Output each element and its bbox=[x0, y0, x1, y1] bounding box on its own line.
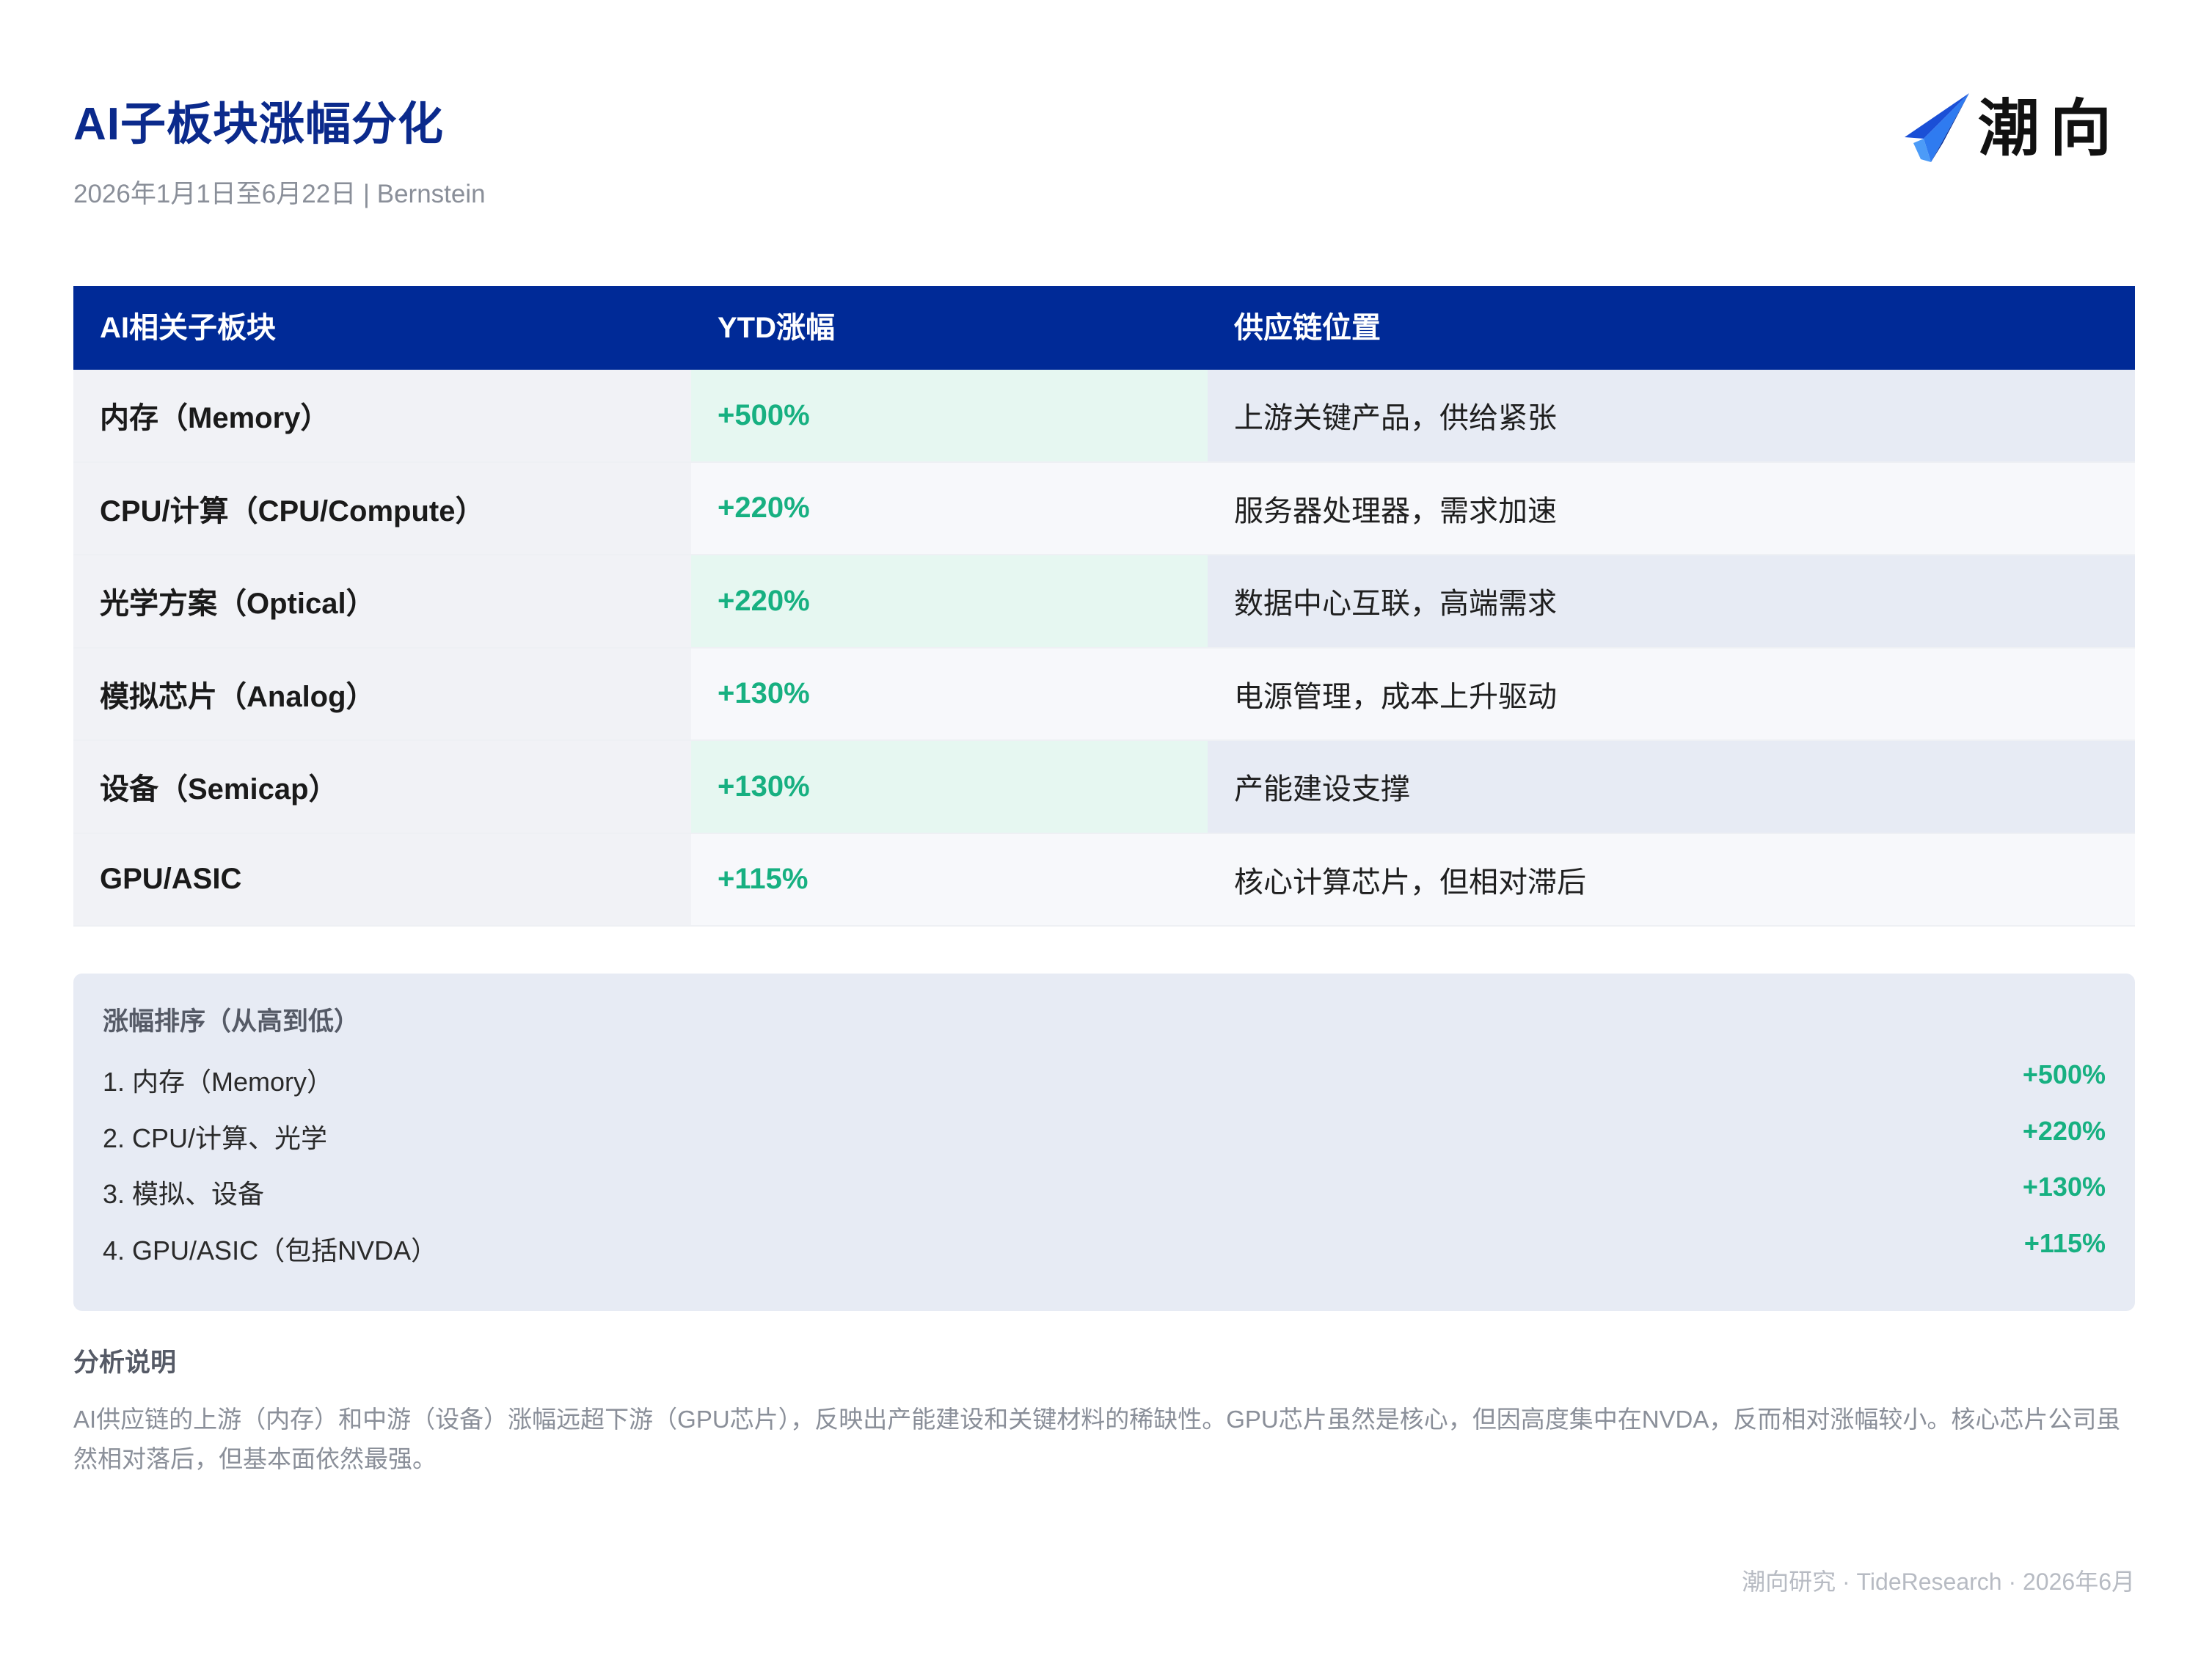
header-position: 供应链位置 bbox=[1234, 312, 1381, 344]
ytd-cell: +220% bbox=[691, 555, 1208, 647]
page-subtitle: 2026年1月1日至6月22日 | Bernstein bbox=[73, 180, 486, 208]
sector-cell: 内存（Memory） bbox=[73, 370, 691, 461]
table-header: AI相关子板块 YTD涨幅 供应链位置 bbox=[73, 286, 2135, 370]
brand-name: 潮向 bbox=[1977, 94, 2122, 163]
sector-cell: 模拟芯片（Analog） bbox=[73, 648, 691, 739]
table-row: 设备（Semicap） +130% 产能建设支撑 bbox=[73, 741, 2135, 834]
position-cell: 数据中心互联，高端需求 bbox=[1208, 555, 2135, 647]
sector-table: AI相关子板块 YTD涨幅 供应链位置 内存（Memory） +500% 上游关… bbox=[73, 286, 2135, 927]
page-title: AI子板块涨幅分化 bbox=[73, 99, 445, 150]
rank-value: +220% bbox=[2022, 1115, 2106, 1146]
table-row: 内存（Memory） +500% 上游关键产品，供给紧张 bbox=[73, 370, 2135, 463]
table-row: 模拟芯片（Analog） +130% 电源管理，成本上升驱动 bbox=[73, 648, 2135, 741]
analysis-notes: 分析说明 AI供应链的上游（内存）和中游（设备）涨幅远超下游（GPU芯片），反映… bbox=[73, 1347, 2135, 1479]
rank-label: 3. 模拟、设备 bbox=[103, 1179, 265, 1209]
position-cell: 核心计算芯片，但相对滞后 bbox=[1208, 833, 2135, 925]
rank-value: +130% bbox=[2022, 1172, 2106, 1202]
sector-cell: 光学方案（Optical） bbox=[73, 555, 691, 647]
position-cell: 电源管理，成本上升驱动 bbox=[1208, 648, 2135, 739]
list-item: 3. 模拟、设备 +130% bbox=[103, 1171, 2106, 1227]
sector-cell: GPU/ASIC bbox=[73, 833, 691, 925]
ranking-panel: 涨幅排序（从高到低） 1. 内存（Memory） +500% 2. CPU/计算… bbox=[73, 974, 2135, 1311]
brand-logo: 潮向 bbox=[1899, 92, 2122, 165]
rank-value: +115% bbox=[2023, 1227, 2106, 1258]
header-ytd: YTD涨幅 bbox=[718, 312, 835, 344]
report-page: AI子板块涨幅分化 2026年1月1日至6月22日 | Bernstein 潮向… bbox=[0, 0, 2201, 1680]
list-item: 2. CPU/计算、光学 +220% bbox=[103, 1115, 2106, 1172]
report-header: AI子板块涨幅分化 2026年1月1日至6月22日 | Bernstein 潮向 bbox=[73, 92, 2128, 224]
header-sector: AI相关子板块 bbox=[100, 312, 276, 344]
ytd-cell: +500% bbox=[691, 370, 1208, 461]
ytd-cell: +130% bbox=[691, 648, 1208, 739]
sector-cell: CPU/计算（CPU/Compute） bbox=[73, 462, 691, 554]
position-cell: 上游关键产品，供给紧张 bbox=[1208, 370, 2135, 461]
position-cell: 产能建设支撑 bbox=[1208, 741, 2135, 833]
table-row: 光学方案（Optical） +220% 数据中心互联，高端需求 bbox=[73, 555, 2135, 649]
notes-body: AI供应链的上游（内存）和中游（设备）涨幅远超下游（GPU芯片），反映出产能建设… bbox=[73, 1406, 2121, 1472]
notes-title: 分析说明 bbox=[73, 1348, 177, 1377]
rank-value: +500% bbox=[2022, 1059, 2106, 1089]
rank-label: 4. GPU/ASIC（包括NVDA） bbox=[103, 1235, 438, 1266]
ytd-cell: +130% bbox=[691, 741, 1208, 833]
ytd-cell: +220% bbox=[691, 462, 1208, 554]
ranking-title: 涨幅排序（从高到低） bbox=[103, 1007, 360, 1036]
position-cell: 服务器处理器，需求加速 bbox=[1208, 462, 2135, 554]
list-item: 4. GPU/ASIC（包括NVDA） +115% bbox=[103, 1227, 2106, 1284]
sector-cell: 设备（Semicap） bbox=[73, 741, 691, 833]
rank-label: 2. CPU/计算、光学 bbox=[103, 1122, 328, 1153]
rank-label: 1. 内存（Memory） bbox=[103, 1067, 334, 1097]
list-item: 1. 内存（Memory） +500% bbox=[103, 1059, 2106, 1115]
paper-plane-icon bbox=[1904, 93, 1969, 162]
ytd-cell: +115% bbox=[691, 833, 1208, 925]
table-row: CPU/计算（CPU/Compute） +220% 服务器处理器，需求加速 bbox=[73, 462, 2135, 555]
table-row: GPU/ASIC +115% 核心计算芯片，但相对滞后 bbox=[73, 833, 2135, 927]
page-footer: 潮向研究 · TideResearch · 2026年6月 bbox=[1742, 1568, 2135, 1595]
